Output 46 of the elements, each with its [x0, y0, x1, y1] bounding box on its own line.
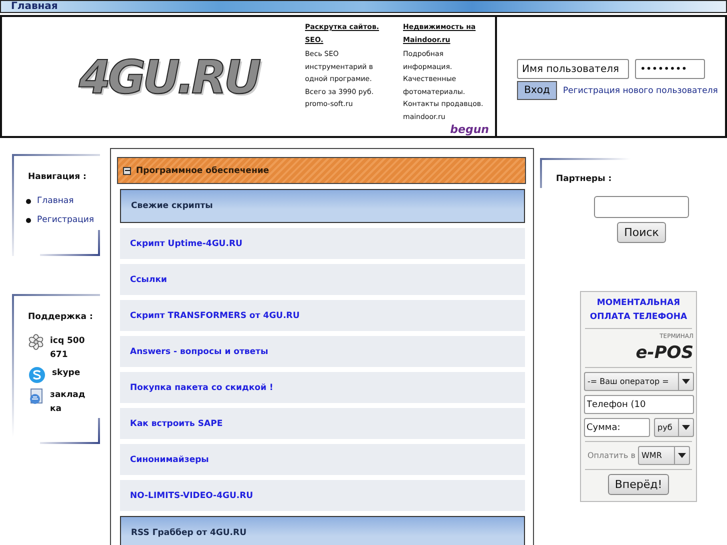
nav-link[interactable]: Регистрация [26, 213, 96, 228]
section-header[interactable]: Программное обеспечение [117, 157, 526, 184]
panel-corner [40, 230, 100, 256]
panel-title: Поддержка : [28, 312, 94, 322]
browser-icon [28, 388, 44, 406]
ad-network-link[interactable]: begun [450, 123, 489, 136]
skype-icon [28, 366, 46, 384]
page-title: Главная [11, 1, 58, 12]
currency-select[interactable]: руб [654, 418, 694, 437]
login-button[interactable]: Вход [517, 81, 557, 100]
menu-link[interactable]: Как встроить SAPE [120, 408, 525, 439]
nav-link[interactable]: Главная [26, 194, 96, 209]
menu-link[interactable]: Answers - вопросы и ответы [120, 336, 525, 367]
support-contact[interactable]: skype [52, 366, 90, 380]
menu-link[interactable]: Ссылки [120, 264, 525, 295]
caret-icon [678, 453, 686, 458]
section-title: Программное обеспечение [136, 166, 270, 176]
menu-link[interactable]: Синонимайзеры [120, 444, 525, 475]
register-link[interactable]: Регистрация нового пользователя [563, 86, 718, 96]
caret-icon [682, 425, 690, 430]
widget-title[interactable]: МОМЕНТАЛЬНАЯ ОПЛАТА ТЕЛЕФОНА [585, 296, 692, 324]
category-header[interactable]: Свежие скрипты [120, 189, 525, 223]
operator-select[interactable]: -= Ваш оператор = [584, 372, 694, 391]
menu-link[interactable]: Скрипт TRANSFORMERS от 4GU.RU [120, 300, 525, 331]
menu-link[interactable]: Скрипт Uptime-4GU.RU [120, 228, 525, 259]
support-contact[interactable]: закладка [50, 388, 88, 416]
amount-field[interactable]: Сумма: [584, 418, 650, 437]
panel-title: Навигация : [28, 172, 88, 182]
pay-in-label: Оплатить в [587, 451, 636, 460]
menu-link[interactable]: NO-LIMITS-VIDEO-4GU.RU [120, 480, 525, 511]
category-header[interactable]: RSS Граббер от 4GU.RU [120, 516, 525, 545]
search-button[interactable]: Поиск [617, 222, 666, 243]
flower-icon [28, 334, 44, 350]
menu-link[interactable]: Покупка пакета со скидкой ! [120, 372, 525, 403]
search-field[interactable] [594, 196, 689, 218]
phone-field[interactable]: Телефон (10 [584, 395, 694, 414]
collapse-icon[interactable] [123, 166, 131, 174]
submit-button[interactable]: Вперёд! [608, 474, 670, 495]
panel-title: Партнеры : [556, 174, 613, 184]
logo-text: e-POS [636, 343, 694, 363]
password-field[interactable]: •••••••• [635, 59, 705, 79]
username-field[interactable]: Имя пользователя [517, 59, 629, 79]
caret-icon [682, 379, 690, 384]
panel-corner [40, 418, 100, 444]
wallet-select[interactable]: WMR [638, 446, 690, 465]
support-contact[interactable]: icq 500671 [50, 334, 88, 362]
